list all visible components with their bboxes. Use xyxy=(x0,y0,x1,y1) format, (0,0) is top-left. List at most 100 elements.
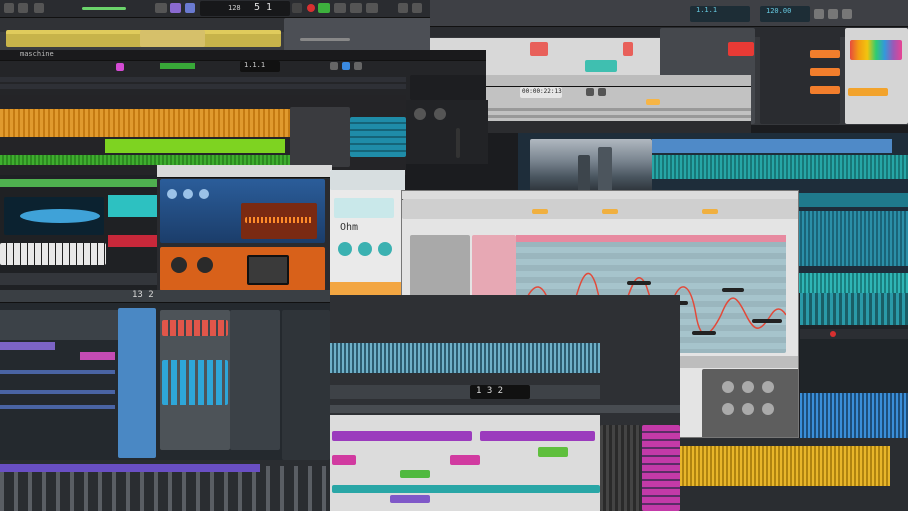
transport-readout: 00:00:22:13 xyxy=(522,88,562,95)
scene-lane xyxy=(486,115,751,118)
knob[interactable] xyxy=(199,189,209,199)
toolbar-button[interactable] xyxy=(398,3,408,13)
pattern-lane xyxy=(0,77,406,82)
knob[interactable] xyxy=(742,403,754,415)
step-buttons[interactable] xyxy=(162,320,228,336)
pattern-clip[interactable] xyxy=(80,352,115,360)
bottom-arrange-window: 1 3 2 xyxy=(330,295,680,511)
yellow-tag[interactable] xyxy=(702,209,718,214)
stop-button[interactable] xyxy=(330,62,338,70)
toolbar-button[interactable] xyxy=(412,3,422,13)
fader-rail[interactable] xyxy=(456,128,460,158)
note-blob[interactable] xyxy=(752,319,782,323)
play-button[interactable] xyxy=(586,88,594,96)
midi-clip[interactable] xyxy=(332,431,472,441)
position-readout: 5 1 xyxy=(254,2,273,13)
event-block[interactable] xyxy=(728,42,754,56)
note-blob[interactable] xyxy=(722,288,744,292)
knob[interactable] xyxy=(742,381,754,393)
pattern-clip[interactable] xyxy=(0,342,55,350)
top-left-daw-window: 5 1 128 xyxy=(0,0,440,52)
video-track[interactable] xyxy=(652,139,892,153)
mixer-strip-list xyxy=(230,310,280,450)
knob[interactable] xyxy=(762,403,774,415)
fader-row xyxy=(0,466,330,511)
ableton-transport xyxy=(486,75,751,87)
knob[interactable] xyxy=(414,108,426,120)
knob[interactable] xyxy=(434,108,446,120)
keyboard[interactable] xyxy=(0,243,106,265)
audio-track[interactable] xyxy=(652,155,908,179)
knob[interactable] xyxy=(167,189,177,199)
knob[interactable] xyxy=(338,242,352,256)
green-audio-track[interactable] xyxy=(0,155,300,165)
pattern-clip[interactable] xyxy=(0,405,115,409)
mixer-strip xyxy=(406,100,488,164)
counter-readout: 13 2 xyxy=(132,290,154,300)
fl-toolbar xyxy=(0,290,330,303)
midi-clip[interactable] xyxy=(390,495,430,503)
note-blob[interactable] xyxy=(692,331,716,335)
record-button[interactable] xyxy=(307,4,315,12)
midi-clip[interactable] xyxy=(450,455,480,465)
pattern-clip[interactable] xyxy=(0,370,115,374)
lime-audio-track[interactable] xyxy=(105,139,285,153)
note-blob[interactable] xyxy=(627,281,651,285)
toolbar-button[interactable] xyxy=(34,3,44,13)
play-button[interactable] xyxy=(342,62,350,70)
toolbar-button[interactable] xyxy=(366,3,378,13)
fl-window: 13 2 xyxy=(0,290,330,465)
color-palette xyxy=(850,40,902,60)
toolbar-button[interactable] xyxy=(155,3,167,13)
blue-waveform[interactable] xyxy=(800,393,908,439)
yellow-tag[interactable] xyxy=(602,209,618,214)
event-block[interactable] xyxy=(530,42,548,56)
midi-clip[interactable] xyxy=(538,447,568,457)
bottom-lane xyxy=(0,273,160,285)
play-button[interactable] xyxy=(814,9,824,19)
waveform-shape xyxy=(20,209,100,223)
record-button[interactable] xyxy=(842,9,852,19)
knob[interactable] xyxy=(358,242,372,256)
stop-button[interactable] xyxy=(598,88,606,96)
event-block[interactable] xyxy=(623,42,633,56)
audio-region[interactable] xyxy=(140,30,205,47)
sampler-window xyxy=(0,175,160,290)
yellow-tag[interactable] xyxy=(532,209,548,214)
knob[interactable] xyxy=(183,189,193,199)
midi-clip[interactable] xyxy=(400,470,430,478)
pink-tag[interactable] xyxy=(116,63,124,71)
pattern-clip[interactable] xyxy=(0,390,115,394)
knob[interactable] xyxy=(722,403,734,415)
mode-button[interactable] xyxy=(170,3,181,13)
knob[interactable] xyxy=(378,242,392,256)
record-button[interactable] xyxy=(830,331,836,337)
toolbar-button[interactable] xyxy=(334,3,346,13)
volume-slider[interactable] xyxy=(82,7,126,10)
record-button[interactable] xyxy=(354,62,362,70)
mode-button[interactable] xyxy=(185,3,195,13)
toolbar-button[interactable] xyxy=(18,3,28,13)
knob[interactable] xyxy=(722,381,734,393)
stop-button[interactable] xyxy=(828,9,838,19)
toolbar-button[interactable] xyxy=(4,3,14,13)
toolbar-button[interactable] xyxy=(350,3,362,13)
yellow-audio-window xyxy=(680,438,908,511)
yellow-waveform[interactable] xyxy=(680,446,890,486)
orange-audio-track[interactable] xyxy=(0,109,290,137)
event-block[interactable] xyxy=(585,60,617,72)
mixer-channel xyxy=(118,308,156,458)
midi-clip[interactable] xyxy=(332,455,356,465)
knob[interactable] xyxy=(197,257,213,273)
stop-button[interactable] xyxy=(292,3,302,13)
midi-clip[interactable] xyxy=(332,485,600,493)
cyan-lane xyxy=(108,195,158,217)
loop-button[interactable] xyxy=(646,99,660,105)
knob[interactable] xyxy=(171,257,187,273)
midi-clip[interactable] xyxy=(480,431,595,441)
audio-track[interactable] xyxy=(798,273,908,293)
play-button[interactable] xyxy=(318,3,330,13)
video-thumbnail xyxy=(530,139,652,193)
green-meter xyxy=(160,63,195,69)
knob[interactable] xyxy=(762,381,774,393)
